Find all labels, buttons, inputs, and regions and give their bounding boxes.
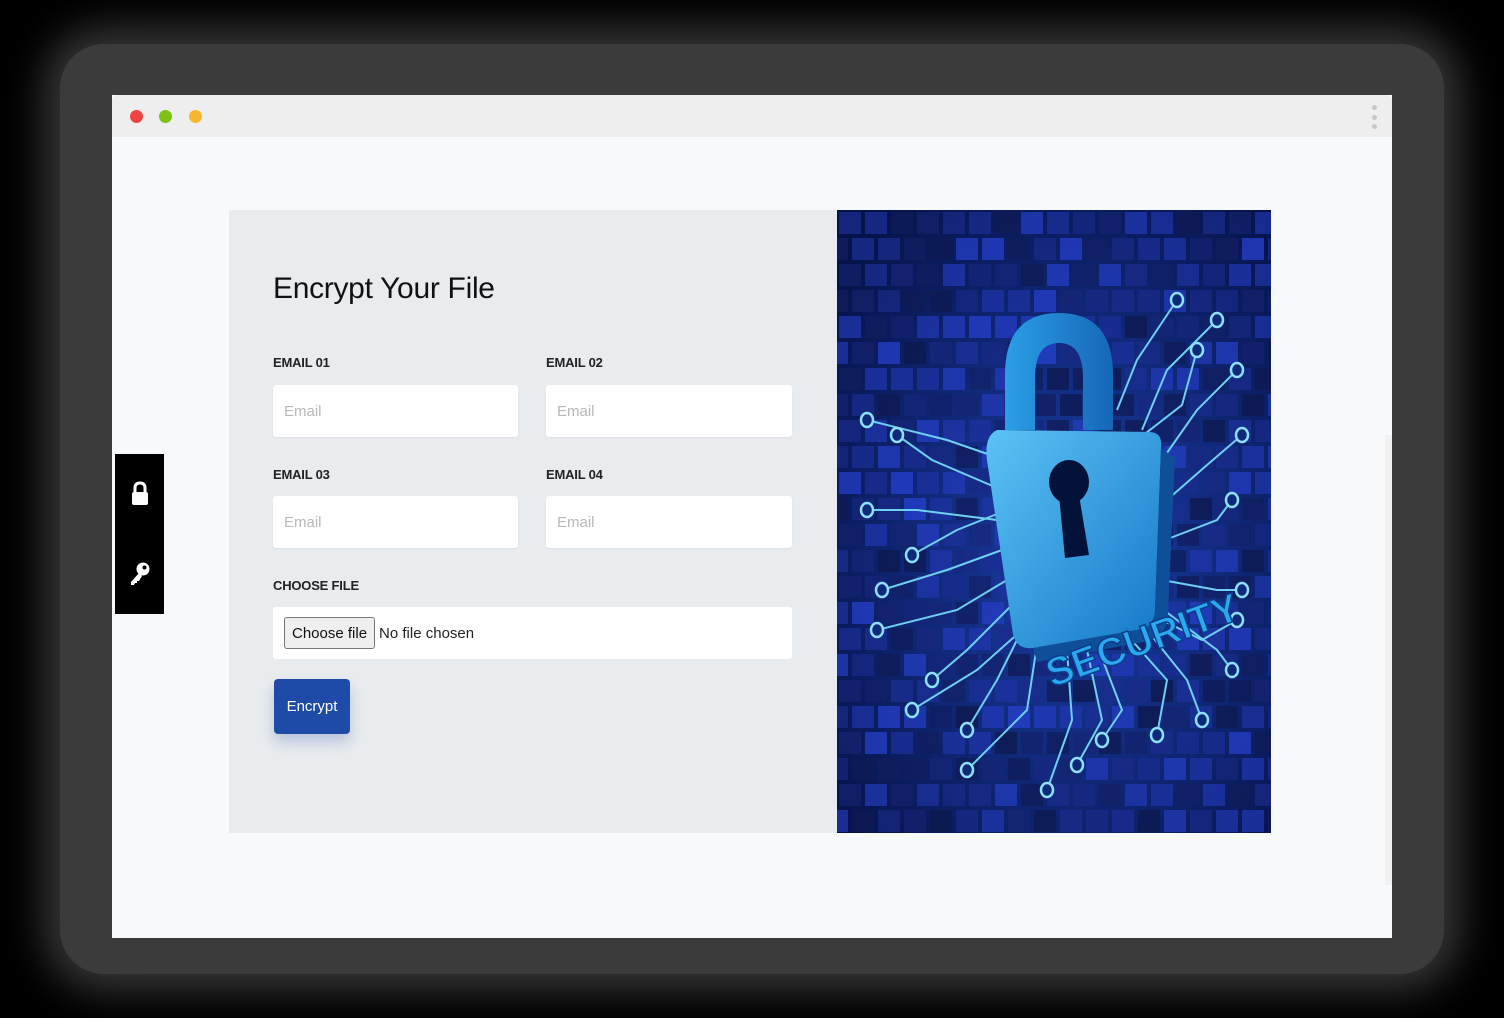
email-04-label: EMAIL 04 (546, 467, 603, 482)
key-icon (130, 562, 149, 585)
decrypt-mode-button[interactable] (115, 534, 164, 614)
page-title: Encrypt Your File (273, 272, 495, 305)
encrypt-card: Encrypt Your File EMAIL 01 EMAIL 02 EMAI… (229, 210, 1271, 833)
lock-icon (131, 481, 148, 505)
file-input[interactable]: Choose file No file chosen (273, 607, 792, 659)
window-titlebar (112, 95, 1392, 137)
encrypt-mode-button[interactable] (115, 454, 164, 534)
padlock-circuit-illustration: SECURITY (837, 210, 1271, 833)
scrollbar[interactable] (1385, 435, 1392, 885)
email-03-input[interactable] (273, 496, 518, 548)
close-window-button[interactable] (130, 110, 143, 123)
email-01-label: EMAIL 01 (273, 355, 330, 370)
choose-file-button[interactable]: Choose file (284, 617, 376, 649)
side-toolbar (115, 454, 164, 614)
minimize-window-button[interactable] (159, 110, 172, 123)
browser-window: Encrypt Your File EMAIL 01 EMAIL 02 EMAI… (112, 95, 1392, 938)
email-04-input[interactable] (546, 496, 792, 548)
encrypt-form: Encrypt Your File EMAIL 01 EMAIL 02 EMAI… (229, 210, 837, 833)
email-02-label: EMAIL 02 (546, 355, 603, 370)
choose-file-label: CHOOSE FILE (273, 578, 359, 593)
email-03-label: EMAIL 03 (273, 467, 330, 482)
email-01-input[interactable] (273, 385, 518, 437)
email-02-input[interactable] (546, 385, 792, 437)
security-illustration: SECURITY (837, 210, 1271, 833)
maximize-window-button[interactable] (189, 110, 202, 123)
file-status-text: No file chosen (379, 624, 475, 642)
encrypt-button[interactable]: Encrypt (274, 679, 350, 734)
kebab-menu-icon[interactable] (1368, 105, 1380, 129)
